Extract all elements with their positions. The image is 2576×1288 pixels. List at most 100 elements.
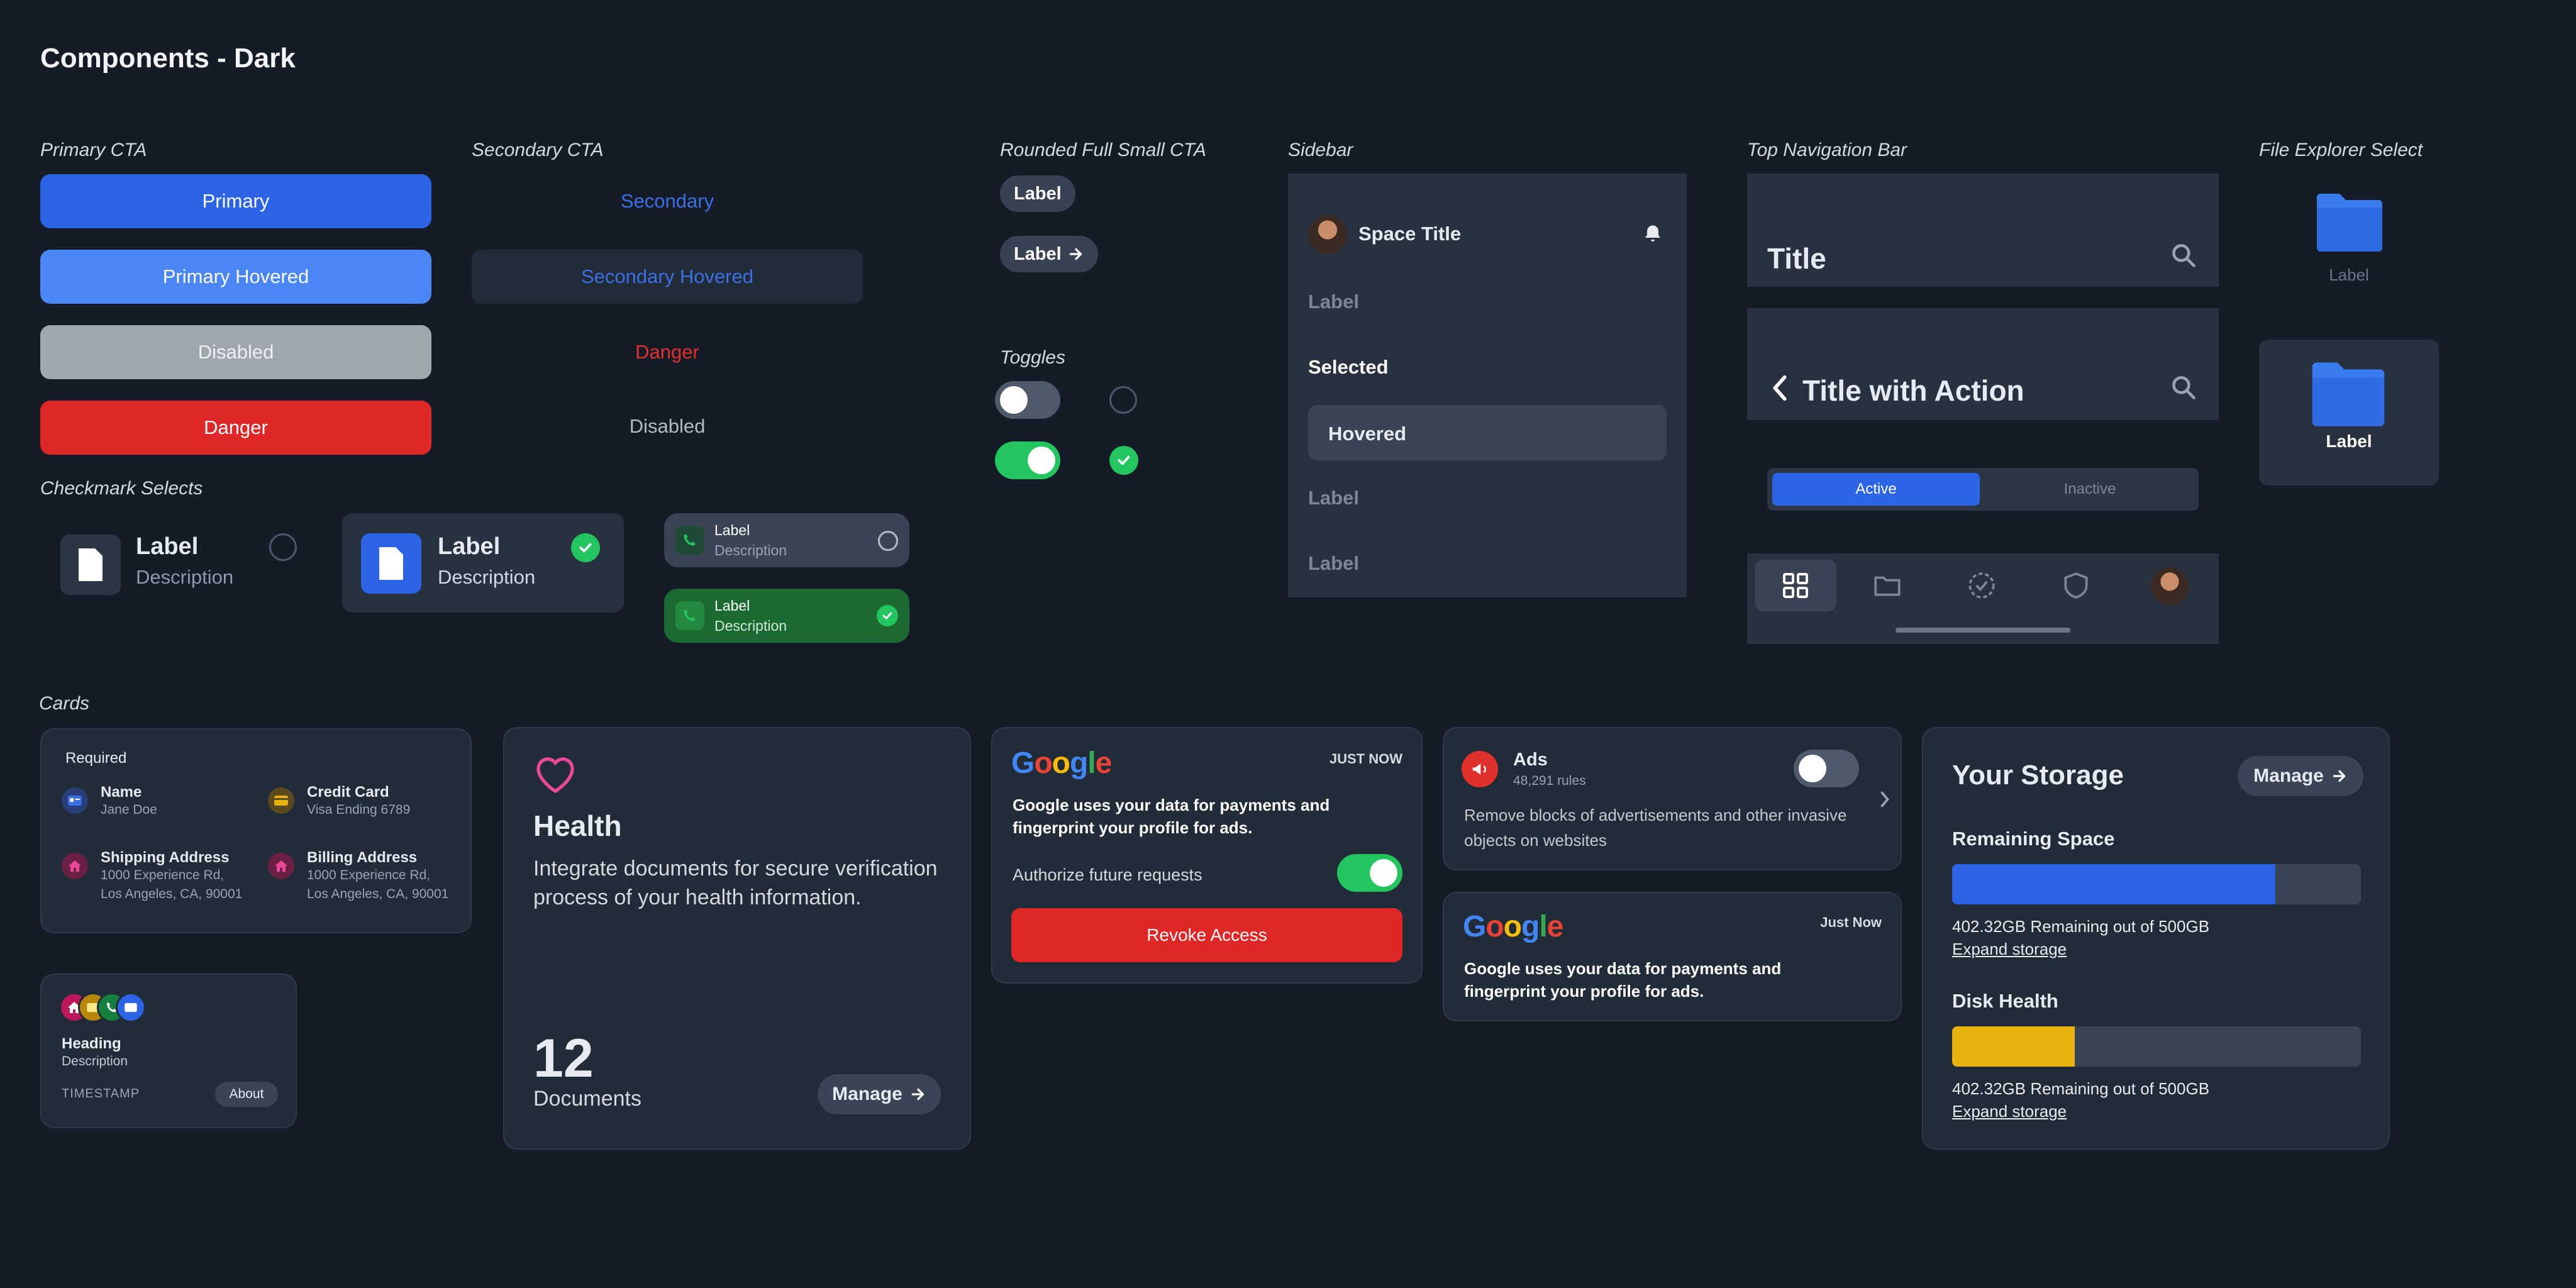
sidebar-space-title: Space Title bbox=[1358, 223, 1462, 245]
chevron-right-icon[interactable] bbox=[1878, 790, 1892, 809]
arrow-right-icon bbox=[2333, 770, 2346, 782]
home-icon bbox=[268, 853, 294, 879]
secondary-danger-button[interactable]: Danger bbox=[472, 325, 863, 379]
sidebar-item-label[interactable]: Label bbox=[1308, 291, 1359, 313]
toggle-off[interactable] bbox=[995, 381, 1060, 419]
file-explorer-item[interactable]: Label bbox=[2259, 174, 2439, 293]
shield-icon[interactable] bbox=[2060, 570, 2092, 601]
document-icon bbox=[60, 535, 121, 595]
check-circle-icon[interactable] bbox=[1109, 446, 1138, 475]
ads-text: Remove blocks of advertisements and othe… bbox=[1464, 806, 1847, 850]
verified-badge-icon[interactable] bbox=[1966, 570, 1997, 601]
card-google-permission: Google JUST NOW Google uses your data fo… bbox=[991, 727, 1423, 984]
disk-health-text: 402.32GB Remaining out of 500GB bbox=[1952, 1079, 2210, 1098]
checkmark-select-selected[interactable]: Label Description bbox=[342, 513, 624, 613]
secondary-button[interactable]: Secondary bbox=[472, 174, 863, 228]
revoke-access-button[interactable]: Revoke Access bbox=[1011, 908, 1402, 962]
compact-description: Description bbox=[714, 618, 787, 634]
toggle-knob bbox=[1000, 386, 1028, 414]
folder-icon[interactable] bbox=[1872, 570, 1903, 601]
google-text-bold: Google uses your data for bbox=[1464, 959, 1667, 978]
megaphone-icon bbox=[1462, 751, 1498, 787]
shipping-line2: Los Angeles, CA, 90001 bbox=[101, 887, 243, 901]
about-button[interactable]: About bbox=[215, 1082, 278, 1107]
radio-unchecked[interactable] bbox=[1109, 386, 1137, 414]
page-title: Components - Dark bbox=[40, 43, 296, 74]
section-label-topnav: Top Navigation Bar bbox=[1747, 140, 1907, 160]
primary-button[interactable]: Primary bbox=[40, 174, 431, 228]
credit-card-value: Visa Ending 6789 bbox=[307, 802, 411, 817]
compact-select-selected[interactable]: Label Description bbox=[664, 589, 909, 643]
shipping-line1: 1000 Experience Rd, bbox=[101, 868, 225, 882]
toggle-knob bbox=[1799, 755, 1826, 782]
manage-label: Manage bbox=[2253, 765, 2324, 786]
compact-select-unselected[interactable]: Label Description bbox=[664, 513, 909, 567]
checkmark-description: Description bbox=[438, 566, 536, 588]
sidebar: Space Title Label Selected Hovered Label… bbox=[1288, 174, 1687, 597]
authorize-label: Authorize future requests bbox=[1013, 865, 1202, 884]
remaining-space-bar bbox=[1952, 864, 2361, 904]
phone-icon bbox=[675, 526, 704, 555]
primary-danger-button[interactable]: Danger bbox=[40, 401, 431, 455]
secondary-disabled-button: Disabled bbox=[629, 415, 706, 437]
google-logo: Google bbox=[1463, 910, 1563, 943]
folder-icon bbox=[2312, 362, 2385, 426]
primary-disabled-button: Disabled bbox=[40, 325, 431, 379]
nav-title: Title bbox=[1767, 242, 1826, 275]
expand-storage-link[interactable]: Expand storage bbox=[1952, 940, 2067, 959]
manage-button[interactable]: Manage bbox=[2238, 756, 2363, 796]
checkmark-select-unselected[interactable]: Label Description bbox=[40, 519, 317, 610]
file-label: Label bbox=[2329, 265, 2369, 284]
card-heading-small: Heading Description TIMESTAMP About bbox=[40, 974, 297, 1128]
bell-icon[interactable] bbox=[1641, 223, 1664, 245]
avatar[interactable] bbox=[2151, 567, 2189, 605]
rounded-label-text: Label bbox=[1014, 243, 1062, 264]
heart-icon bbox=[536, 757, 574, 794]
compact-label: Label bbox=[714, 597, 750, 614]
credit-card-icon bbox=[268, 787, 294, 814]
home-icon bbox=[62, 853, 88, 879]
checkmark-label: Label bbox=[136, 533, 199, 560]
compact-description: Description bbox=[714, 542, 787, 558]
storage-title: Your Storage bbox=[1952, 760, 2124, 791]
rounded-label-button[interactable]: Label bbox=[1000, 175, 1075, 212]
card-storage: Your Storage Manage Remaining Space 402.… bbox=[1922, 727, 2390, 1150]
segment-active[interactable]: Active bbox=[1772, 473, 1980, 506]
expand-storage-link[interactable]: Expand storage bbox=[1952, 1102, 2067, 1121]
check-circle-icon bbox=[877, 605, 898, 626]
sidebar-item-selected[interactable]: Selected bbox=[1308, 356, 1389, 379]
document-count: 12 bbox=[533, 1028, 594, 1089]
sidebar-item-hovered-label: Hovered bbox=[1328, 423, 1407, 445]
phone-icon bbox=[675, 601, 704, 630]
authorize-toggle[interactable] bbox=[1337, 854, 1402, 892]
chevron-left-icon[interactable] bbox=[1768, 374, 1791, 402]
tab-grid[interactable] bbox=[1755, 560, 1836, 611]
card-ads: Ads 48,291 rules Remove blocks of advert… bbox=[1443, 727, 1902, 870]
section-label-sidebar: Sidebar bbox=[1288, 140, 1353, 160]
secondary-hovered-button[interactable]: Secondary Hovered bbox=[472, 250, 863, 304]
primary-hovered-button[interactable]: Primary Hovered bbox=[40, 250, 431, 304]
toggle-on[interactable] bbox=[995, 441, 1060, 479]
sidebar-item-label[interactable]: Label bbox=[1308, 552, 1359, 575]
rounded-label-arrow-button[interactable]: Label bbox=[1000, 236, 1098, 272]
ads-toggle[interactable] bbox=[1794, 750, 1859, 787]
sidebar-item-hovered[interactable]: Hovered bbox=[1308, 405, 1667, 460]
timestamp: JUST NOW bbox=[1329, 751, 1402, 767]
search-icon[interactable] bbox=[2170, 242, 2197, 269]
section-label-checkmark: Checkmark Selects bbox=[40, 478, 203, 499]
manage-label: Manage bbox=[832, 1084, 902, 1104]
id-card-icon bbox=[62, 787, 88, 814]
search-icon[interactable] bbox=[2170, 374, 2197, 401]
disk-health-bar bbox=[1952, 1026, 2361, 1067]
section-label-rounded-cta: Rounded Full Small CTA bbox=[1000, 140, 1206, 160]
file-explorer-item-selected[interactable]: Label bbox=[2259, 340, 2439, 486]
file-label: Label bbox=[2326, 431, 2372, 451]
segment-inactive[interactable]: Inactive bbox=[1986, 473, 2194, 506]
sidebar-item-label[interactable]: Label bbox=[1308, 487, 1359, 509]
manage-button[interactable]: Manage bbox=[818, 1074, 941, 1114]
name-title: Name bbox=[101, 784, 142, 801]
card-heading: Required bbox=[65, 750, 127, 767]
health-title: Health bbox=[533, 809, 622, 842]
radio-unchecked bbox=[269, 533, 297, 561]
avatar[interactable] bbox=[1308, 215, 1347, 254]
